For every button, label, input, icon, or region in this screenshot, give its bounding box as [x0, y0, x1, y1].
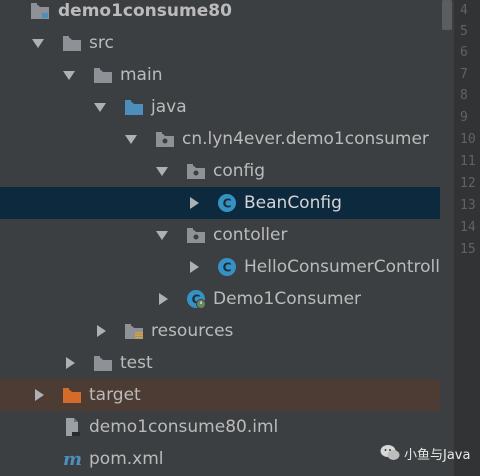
- tree-row-iml[interactable]: demo1consume80.iml: [0, 411, 440, 443]
- line-number: 15: [460, 242, 476, 257]
- source-folder-icon: [124, 97, 144, 117]
- class-icon: C: [217, 257, 237, 277]
- wechat-logo-icon: [380, 444, 400, 462]
- tree-row-java[interactable]: java: [0, 91, 440, 123]
- tree-label-iml: demo1consume80.iml: [89, 417, 279, 437]
- tree-label-app-class: Demo1Consumer: [213, 289, 362, 309]
- tree-label-src: src: [89, 33, 114, 53]
- tree-row-config[interactable]: config: [0, 155, 440, 187]
- folder-icon: [93, 65, 113, 85]
- tree-row-bean-config[interactable]: C BeanConfig: [0, 187, 440, 219]
- spring-boot-icon: C: [186, 289, 206, 309]
- line-number: 9: [460, 110, 468, 125]
- module-folder-icon: [30, 1, 50, 21]
- svg-text:C: C: [223, 261, 232, 275]
- collapse-arrow-icon[interactable]: [190, 261, 199, 273]
- collapse-arrow-icon[interactable]: [35, 389, 44, 401]
- line-number: 12: [460, 176, 476, 191]
- tree-label-main: main: [120, 65, 163, 85]
- package-icon: [186, 161, 206, 181]
- folder-icon: [62, 33, 82, 53]
- tree-row-app-class[interactable]: C Demo1Consumer: [0, 283, 440, 315]
- collapse-arrow-icon[interactable]: [66, 357, 75, 369]
- tree-row-pom[interactable]: m pom.xml: [0, 443, 440, 475]
- collapse-arrow-icon[interactable]: [159, 293, 168, 305]
- line-number: 5: [460, 24, 468, 39]
- expand-arrow-icon[interactable]: [156, 231, 168, 240]
- resources-folder-icon: [124, 321, 144, 341]
- project-name: demo1consume80: [58, 1, 232, 21]
- line-number: 8: [460, 88, 468, 103]
- line-number: 14: [460, 220, 476, 235]
- class-icon: C: [217, 193, 237, 213]
- scrollbar-thumb[interactable]: [442, 0, 452, 30]
- collapse-arrow-icon[interactable]: [190, 197, 199, 209]
- tree-label-pom: pom.xml: [89, 449, 164, 469]
- tree-row-resources[interactable]: resources: [0, 315, 440, 347]
- line-number: 7: [460, 67, 468, 82]
- expand-arrow-icon[interactable]: [63, 71, 75, 80]
- line-number: 11: [460, 154, 476, 169]
- expand-arrow-icon[interactable]: [32, 39, 44, 48]
- tree-row-test[interactable]: test: [0, 347, 440, 379]
- folder-icon: [93, 353, 113, 373]
- tree-label-java: java: [151, 97, 187, 117]
- line-number: 13: [460, 198, 476, 213]
- tree-label-target: target: [89, 385, 141, 405]
- editor-gutter: 4 5 6 7 8 9 10 11 12 13 14 15: [454, 0, 480, 476]
- tree-row-src[interactable]: src: [0, 27, 440, 59]
- tree-label-config: config: [213, 161, 266, 181]
- line-number: 6: [460, 45, 468, 60]
- excluded-folder-icon: [62, 385, 82, 405]
- tree-label-resources: resources: [151, 321, 234, 341]
- watermark-text: 小鱼与Java: [404, 448, 471, 463]
- tree-row-target[interactable]: target: [0, 379, 440, 411]
- tree-label-hello-controller: HelloConsumerControlle: [244, 257, 451, 277]
- svg-text:C: C: [223, 197, 232, 211]
- file-icon: [62, 417, 82, 437]
- watermark: 小鱼与Java: [380, 442, 475, 466]
- tree-row-hello-controller[interactable]: C HelloConsumerControlle: [0, 251, 450, 283]
- project-tree: demo1consume80 src main java cn.lyn4ever…: [0, 0, 450, 476]
- expand-arrow-icon[interactable]: [156, 167, 168, 176]
- tree-row-package[interactable]: cn.lyn4ever.demo1consumer: [0, 123, 440, 155]
- tree-label-contoller: contoller: [213, 225, 288, 245]
- expand-arrow-icon[interactable]: [125, 135, 137, 144]
- line-number: 10: [460, 132, 476, 147]
- vertical-scrollbar[interactable]: [440, 0, 454, 476]
- tree-label-package: cn.lyn4ever.demo1consumer: [182, 129, 429, 149]
- tree-label-bean-config: BeanConfig: [244, 193, 342, 213]
- collapse-arrow-icon[interactable]: [97, 325, 106, 337]
- line-number: 4: [460, 3, 468, 18]
- maven-icon: m: [62, 449, 82, 470]
- tree-row-contoller[interactable]: contoller: [0, 219, 440, 251]
- package-icon: [186, 225, 206, 245]
- package-icon: [155, 129, 175, 149]
- tree-row-project[interactable]: demo1consume80: [0, 0, 440, 27]
- tree-row-main[interactable]: main: [0, 59, 440, 91]
- tree-label-test: test: [120, 353, 153, 373]
- svg-text:m: m: [63, 449, 82, 469]
- expand-arrow-icon[interactable]: [94, 103, 106, 112]
